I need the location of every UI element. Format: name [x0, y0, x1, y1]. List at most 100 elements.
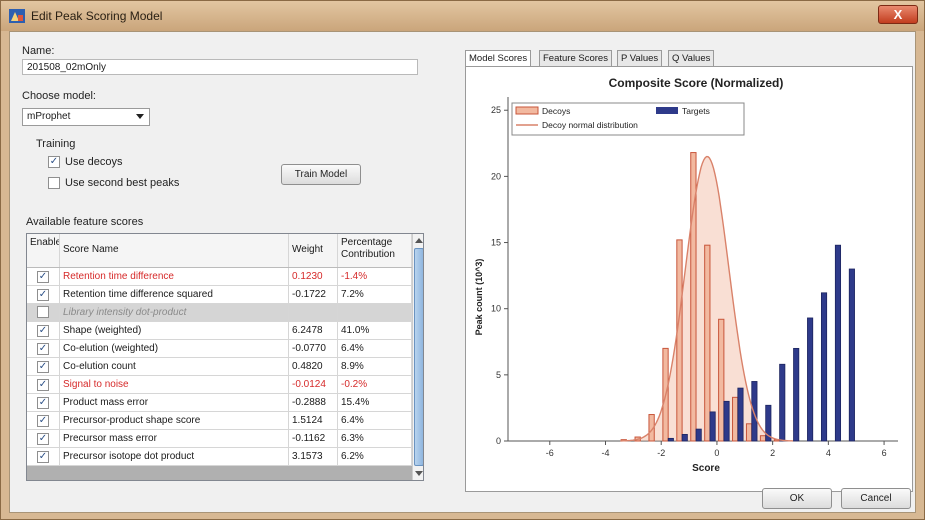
score-name-cell: Shape (weighted) [60, 322, 289, 339]
model-select[interactable]: mProphet [22, 108, 150, 126]
ok-button[interactable]: OK [762, 488, 832, 509]
chart-legend: Decoys Targets Decoy normal distribution [511, 102, 745, 136]
target-bar [779, 363, 786, 442]
y-axis-label: Peak count (10^3) [474, 259, 484, 336]
enable-checkbox[interactable]: ✓ [37, 433, 49, 445]
checkmark-icon: ✓ [38, 289, 48, 300]
enable-checkbox[interactable]: ✓ [37, 451, 49, 463]
name-input[interactable]: 201508_02mOnly [22, 59, 418, 75]
scroll-up-icon[interactable] [415, 238, 423, 243]
use-second-best-checkbox[interactable] [48, 177, 60, 189]
table-row[interactable]: ✓ Retention time difference 0.1230 -1.4% [27, 268, 412, 286]
enable-checkbox[interactable]: ✓ [37, 289, 49, 301]
table-row[interactable]: ✓ Precursor-product shape score 1.5124 6.4% [27, 412, 412, 430]
table-row[interactable]: ✓ Shape (weighted) 6.2478 41.0% [27, 322, 412, 340]
target-bar [709, 411, 716, 442]
column-header-percentage[interactable]: Percentage Contribution [338, 234, 412, 267]
chevron-down-icon[interactable] [136, 114, 144, 119]
checkmark-icon: ✓ [49, 156, 59, 167]
decoy-bar [745, 423, 753, 442]
target-bar [793, 347, 800, 442]
percentage-cell: -0.2% [338, 376, 412, 393]
enable-checkbox[interactable]: ✓ [37, 415, 49, 427]
score-name-cell: Co-elution (weighted) [60, 340, 289, 357]
enable-cell: ✓ [27, 412, 60, 429]
feature-scores-table: Enable Score Name Weight Percentage Cont… [26, 233, 424, 481]
score-name-cell: Retention time difference [60, 268, 289, 285]
tab-q-values[interactable]: Q Values [668, 50, 715, 67]
use-decoys-checkbox[interactable]: ✓ [48, 156, 60, 168]
x-tick-label: 4 [826, 448, 831, 458]
percentage-cell: 6.2% [338, 448, 412, 465]
enable-cell: ✓ [27, 358, 60, 375]
enable-checkbox[interactable]: ✓ [37, 271, 49, 283]
table-row[interactable]: ✓ Precursor mass error -0.1162 6.3% [27, 430, 412, 448]
column-header-weight[interactable]: Weight [289, 234, 338, 267]
table-row[interactable]: ✓ Co-elution (weighted) -0.0770 6.4% [27, 340, 412, 358]
table-row[interactable]: ✓ Precursor isotope dot product 3.1573 6.2% [27, 448, 412, 466]
weight-cell: -0.2888 [289, 394, 338, 411]
cancel-button[interactable]: Cancel [841, 488, 911, 509]
legend-curve-label: Decoy normal distribution [542, 120, 638, 130]
percentage-cell: 6.4% [338, 340, 412, 357]
table-row[interactable]: ✓ Product mass error -0.2888 15.4% [27, 394, 412, 412]
score-name-cell: Product mass error [60, 394, 289, 411]
train-model-button[interactable]: Train Model [281, 164, 361, 185]
model-select-value: mProphet [27, 111, 71, 122]
weight-cell: 3.1573 [289, 448, 338, 465]
score-name-cell: Precursor isotope dot product [60, 448, 289, 465]
y-tick-label: 5 [496, 370, 501, 380]
column-header-enable[interactable]: Enable [27, 234, 60, 267]
target-bar [751, 381, 758, 442]
enable-checkbox[interactable] [37, 306, 49, 318]
enable-checkbox[interactable]: ✓ [37, 397, 49, 409]
title-bar[interactable]: Edit Peak Scoring Model X [1, 1, 924, 31]
enable-checkbox[interactable]: ✓ [37, 379, 49, 391]
tab-feature-scores[interactable]: Feature Scores [539, 50, 612, 67]
decoy-bar [732, 396, 739, 442]
enable-cell: ✓ [27, 430, 60, 447]
enable-cell: ✓ [27, 322, 60, 339]
score-name-cell: Retention time difference squared [60, 286, 289, 303]
enable-cell: ✓ [27, 394, 60, 411]
score-name-cell: Library intensity dot-product [60, 304, 289, 321]
tab-p-values[interactable]: P Values [617, 50, 663, 67]
legend-targets-swatch [656, 107, 678, 114]
enable-checkbox[interactable]: ✓ [37, 343, 49, 355]
percentage-cell: 15.4% [338, 394, 412, 411]
table-row[interactable]: Library intensity dot-product [27, 304, 412, 322]
percentage-cell [338, 304, 412, 321]
table-row[interactable]: ✓ Signal to noise -0.0124 -0.2% [27, 376, 412, 394]
x-tick-label: -2 [657, 448, 665, 458]
decoy-bar [759, 435, 767, 442]
table-row[interactable]: ✓ Co-elution count 0.4820 8.9% [27, 358, 412, 376]
vertical-scrollbar[interactable] [412, 234, 423, 480]
chart-panel: Composite Score (Normalized) Score Peak … [465, 66, 913, 492]
column-header-score-name[interactable]: Score Name [60, 234, 289, 267]
checkmark-icon: ✓ [38, 433, 48, 444]
enable-checkbox[interactable]: ✓ [37, 325, 49, 337]
score-name-cell: Precursor mass error [60, 430, 289, 447]
x-tick-label: 0 [714, 448, 719, 458]
target-bar [723, 400, 730, 442]
percentage-cell: 6.3% [338, 430, 412, 447]
checkmark-icon: ✓ [38, 361, 48, 372]
enable-cell: ✓ [27, 268, 60, 285]
scroll-down-icon[interactable] [415, 471, 423, 476]
target-bar [848, 268, 855, 442]
checkmark-icon: ✓ [38, 325, 48, 336]
weight-cell: -0.1162 [289, 430, 338, 447]
enable-cell: ✓ [27, 376, 60, 393]
target-bar [667, 437, 674, 442]
target-bar [820, 292, 828, 442]
training-group-label: Training [36, 138, 76, 150]
y-tick-label: 25 [491, 105, 501, 115]
scrollbar-thumb[interactable] [414, 248, 423, 466]
window-title: Edit Peak Scoring Model [31, 9, 163, 23]
dialog-body: Name: 201508_02mOnly Choose model: mProp… [9, 31, 916, 513]
target-bar [807, 317, 814, 442]
use-second-best-label: Use second best peaks [65, 177, 180, 189]
table-row[interactable]: ✓ Retention time difference squared -0.172… [27, 286, 412, 304]
close-button[interactable]: X [878, 5, 918, 24]
enable-checkbox[interactable]: ✓ [37, 361, 49, 373]
